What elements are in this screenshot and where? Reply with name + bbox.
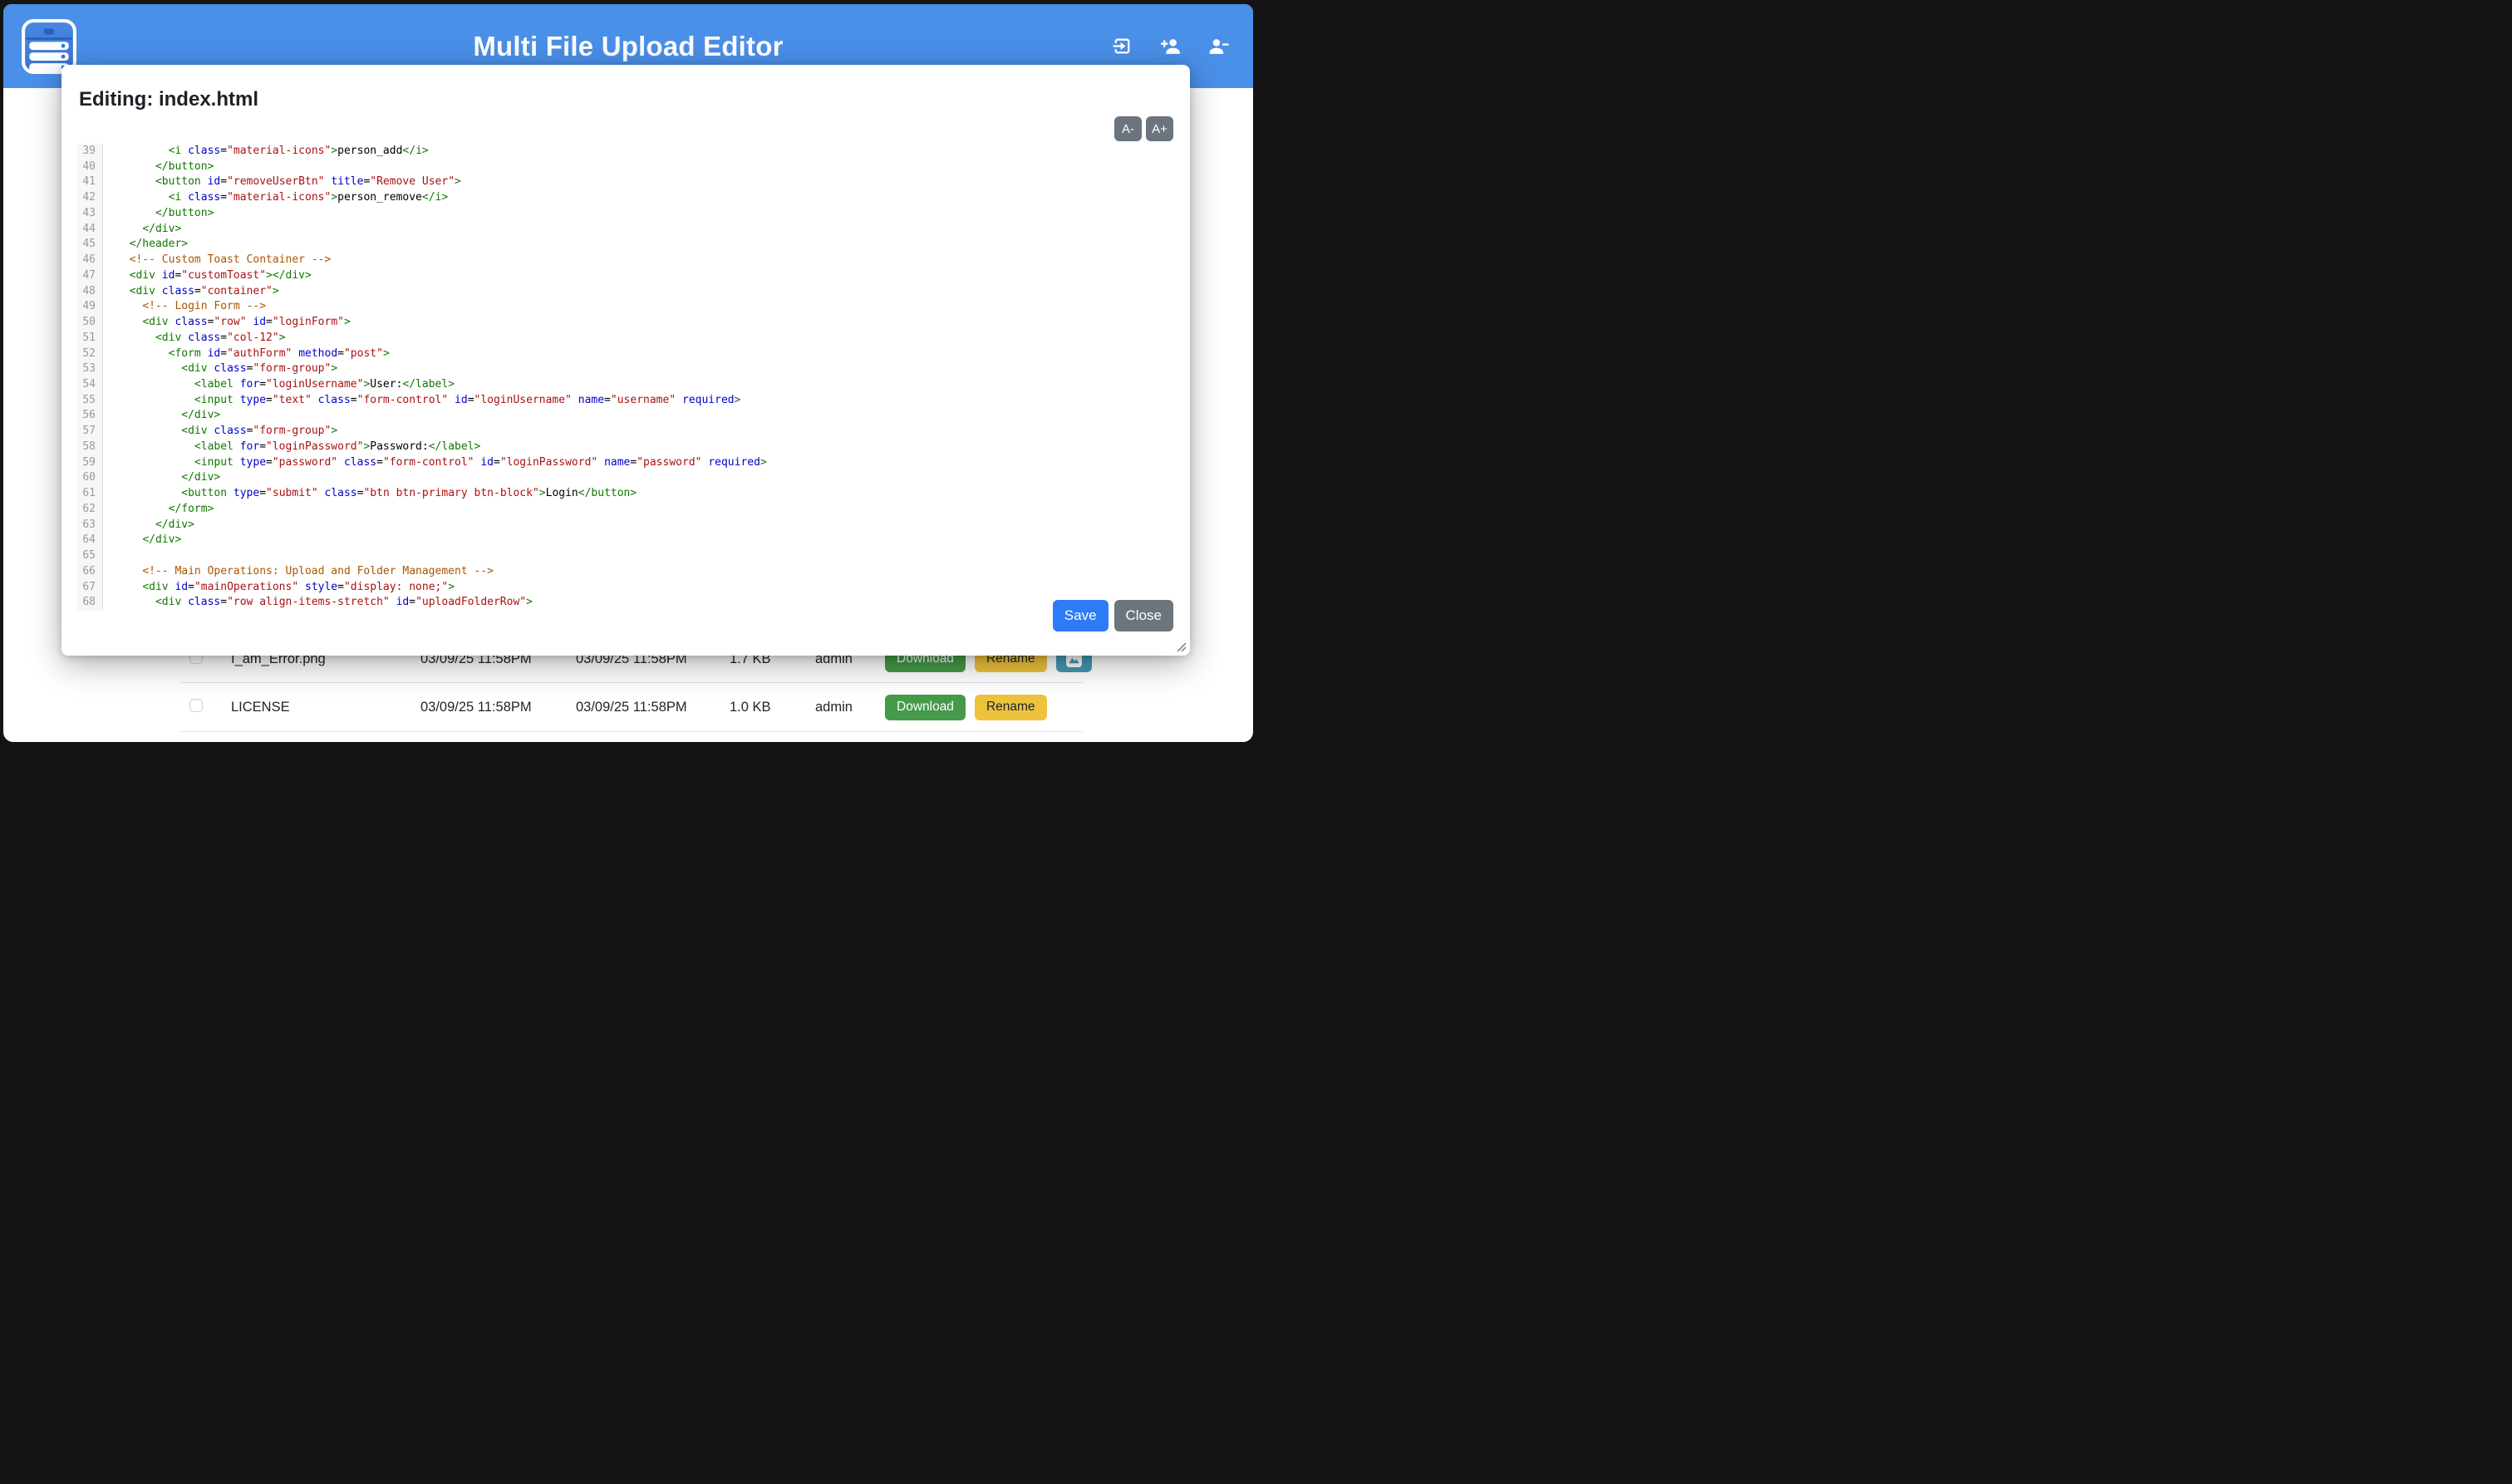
- file-name: LICENSE: [231, 700, 420, 715]
- code-line: 41 <button id="removeUserBtn" title="Rem…: [77, 174, 1173, 190]
- line-number: 55: [77, 393, 103, 409]
- code-line: 43 </button>: [77, 206, 1173, 222]
- code-line: 68 <div class="row align-items-stretch" …: [77, 595, 1173, 611]
- person-add-icon[interactable]: [1160, 36, 1181, 57]
- code-line: 60 </div>: [77, 470, 1173, 486]
- line-number: 65: [77, 548, 103, 564]
- line-number: 40: [77, 160, 103, 175]
- line-number: 43: [77, 206, 103, 222]
- file-size: 1.0 KB: [730, 700, 815, 715]
- code-line: 63 </div>: [77, 518, 1173, 533]
- modal-actions: Save Close: [1053, 600, 1173, 631]
- code-line: 53 <div class="form-group">: [77, 361, 1173, 377]
- line-number: 45: [77, 237, 103, 253]
- font-size-controls: A- A+: [1114, 116, 1173, 141]
- code-editor[interactable]: 39 <i class="material-icons">person_add<…: [77, 144, 1173, 611]
- rename-button[interactable]: Rename: [975, 695, 1047, 720]
- line-number: 59: [77, 455, 103, 471]
- code-line: 51 <div class="col-12">: [77, 331, 1173, 346]
- download-button[interactable]: Download: [885, 695, 966, 720]
- line-number: 68: [77, 595, 103, 611]
- code-line: 57 <div class="form-group">: [77, 424, 1173, 440]
- modal-title: Editing: index.html: [79, 88, 258, 111]
- line-number: 44: [77, 222, 103, 238]
- line-number: 66: [77, 564, 103, 580]
- line-number: 41: [77, 174, 103, 190]
- code-line: 47 <div id="customToast"></div>: [77, 268, 1173, 284]
- code-line: 45 </header>: [77, 237, 1173, 253]
- table-row: README.md03/10/25 12:50AM03/09/25 11:58P…: [180, 731, 1083, 742]
- line-number: 42: [77, 190, 103, 206]
- code-line: 39 <i class="material-icons">person_add<…: [77, 144, 1173, 160]
- resize-grip-icon[interactable]: [1174, 640, 1187, 652]
- line-number: 49: [77, 299, 103, 315]
- code-line: 64 </div>: [77, 533, 1173, 548]
- code-line: 46 <!-- Custom Toast Container -->: [77, 253, 1173, 268]
- code-line: 55 <input type="text" class="form-contro…: [77, 393, 1173, 409]
- close-button[interactable]: Close: [1114, 600, 1173, 631]
- login-icon[interactable]: [1112, 36, 1133, 57]
- code-line: 50 <div class="row" id="loginForm">: [77, 315, 1173, 331]
- code-line: 61 <button type="submit" class="btn btn-…: [77, 486, 1173, 502]
- table-row: LICENSE03/09/25 11:58PM03/09/25 11:58PM1…: [180, 682, 1083, 731]
- line-number: 57: [77, 424, 103, 440]
- edit-file-modal: Editing: index.html A- A+ 39 <i class="m…: [61, 65, 1190, 656]
- line-number: 62: [77, 502, 103, 518]
- modified-date: 03/09/25 11:58PM: [420, 700, 576, 715]
- font-decrease-button[interactable]: A-: [1114, 116, 1142, 141]
- code-line: 62 </form>: [77, 502, 1173, 518]
- save-button[interactable]: Save: [1053, 600, 1109, 631]
- line-number: 54: [77, 377, 103, 393]
- code-line: 59 <input type="password" class="form-co…: [77, 455, 1173, 471]
- line-number: 60: [77, 470, 103, 486]
- code-line: 42 <i class="material-icons">person_remo…: [77, 190, 1173, 206]
- line-number: 67: [77, 580, 103, 596]
- file-owner: admin: [815, 700, 885, 715]
- code-line: 65: [77, 548, 1173, 564]
- line-number: 63: [77, 518, 103, 533]
- line-number: 52: [77, 346, 103, 362]
- line-number: 56: [77, 408, 103, 424]
- line-number: 46: [77, 253, 103, 268]
- row-checkbox[interactable]: [189, 699, 203, 712]
- line-number: 61: [77, 486, 103, 502]
- line-number: 53: [77, 361, 103, 377]
- code-line: 49 <!-- Login Form -->: [77, 299, 1173, 315]
- line-number: 50: [77, 315, 103, 331]
- line-number: 48: [77, 284, 103, 300]
- code-line: 48 <div class="container">: [77, 284, 1173, 300]
- code-line: 54 <label for="loginUsername">User:</lab…: [77, 377, 1173, 393]
- line-number: 47: [77, 268, 103, 284]
- line-number: 39: [77, 144, 103, 160]
- code-line: 66 <!-- Main Operations: Upload and Fold…: [77, 564, 1173, 580]
- line-number: 64: [77, 533, 103, 548]
- person-remove-icon[interactable]: [1208, 36, 1229, 57]
- line-number: 51: [77, 331, 103, 346]
- code-line: 67 <div id="mainOperations" style="displ…: [77, 580, 1173, 596]
- code-line: 40 </button>: [77, 160, 1173, 175]
- browser-window: Multi File Upload Editor I_am_Error.png: [3, 4, 1253, 742]
- font-increase-button[interactable]: A+: [1146, 116, 1173, 141]
- line-number: 58: [77, 440, 103, 455]
- code-line: 58 <label for="loginPassword">Password:<…: [77, 440, 1173, 455]
- code-line: 44 </div>: [77, 222, 1173, 238]
- row-actions: Download Rename: [885, 695, 1083, 720]
- page-title: Multi File Upload Editor: [3, 31, 1253, 62]
- created-date: 03/09/25 11:58PM: [576, 700, 730, 715]
- code-line: 52 <form id="authForm" method="post">: [77, 346, 1173, 362]
- code-line: 56 </div>: [77, 408, 1173, 424]
